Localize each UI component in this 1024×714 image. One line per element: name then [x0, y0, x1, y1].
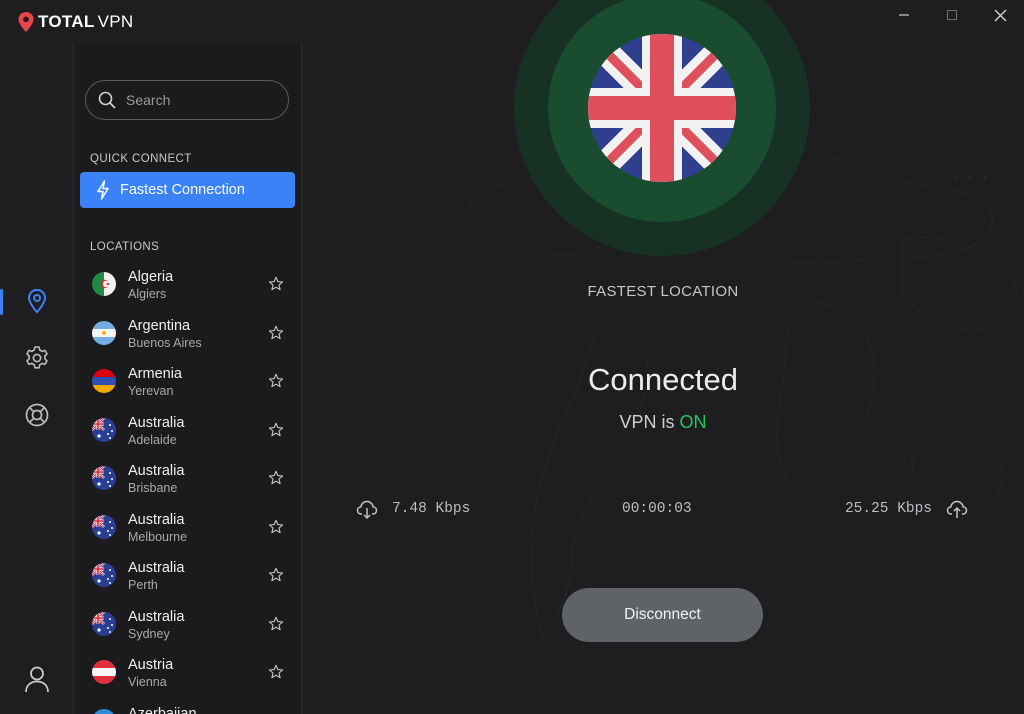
australia-flag-icon — [92, 417, 116, 442]
location-city: Perth — [128, 578, 158, 592]
nav-settings[interactable] — [0, 338, 74, 378]
upload-speed: 25.25 Kbps — [844, 501, 932, 517]
location-item[interactable]: Australia Brisbane — [74, 456, 302, 505]
azerbaijan-flag-icon — [92, 708, 116, 714]
nav-account[interactable] — [0, 659, 74, 699]
download-stat: 7.48 Kbps — [356, 498, 470, 520]
location-item[interactable]: Australia Sydney — [74, 602, 302, 651]
location-city: Yerevan — [128, 384, 174, 398]
location-country: Australia — [128, 511, 185, 528]
disconnect-button[interactable]: Disconnect — [562, 588, 763, 642]
locations-panel: QUICK CONNECT Fastest Connection LOCATIO… — [74, 44, 302, 714]
location-city: Adelaide — [128, 432, 177, 447]
vpn-state-line: VPN is ON — [302, 412, 1024, 433]
location-city: Buenos Aires — [128, 335, 202, 350]
connection-stats: 7.48 Kbps 00:00:03 25.25 Kbps — [302, 498, 1024, 524]
location-city: Algiers — [128, 287, 167, 301]
search-icon — [98, 91, 116, 109]
favorite-star-icon[interactable] — [268, 616, 284, 632]
location-pin-icon — [27, 288, 47, 314]
algeria-flag-icon — [92, 272, 116, 296]
location-item[interactable]: Azerbaijan — [74, 699, 302, 714]
location-country: Algeria — [128, 269, 174, 285]
cloud-upload-icon — [946, 500, 968, 518]
fastest-connection-button[interactable]: Fastest Connection — [80, 172, 295, 208]
user-icon — [25, 666, 49, 693]
location-item[interactable]: Argentina Buenos Aires — [74, 311, 302, 360]
quick-connect-heading: QUICK CONNECT — [90, 153, 192, 165]
favorite-star-icon[interactable] — [268, 373, 284, 389]
location-country: Argentina — [128, 317, 191, 334]
austria-flag-icon — [92, 660, 116, 684]
location-type-label: FASTEST LOCATION — [587, 283, 739, 300]
location-item[interactable]: Austria Vienna — [74, 650, 302, 699]
location-country: Armenia — [128, 366, 182, 382]
location-pin-logo-icon — [18, 12, 34, 32]
location-city: Melbourne — [128, 529, 188, 544]
location-country: Australia — [128, 463, 185, 479]
favorite-star-icon[interactable] — [268, 664, 284, 680]
download-speed: 7.48 Kbps — [392, 501, 471, 517]
connection-status: Connected — [588, 362, 738, 397]
nav-rail — [0, 44, 74, 714]
location-city: Sydney — [128, 626, 170, 641]
location-item[interactable]: Australia Perth — [74, 553, 302, 602]
vpn-state-value: ON — [679, 412, 707, 432]
brand-name: TOTAL VPN — [38, 12, 134, 31]
united-kingdom-flag-icon — [588, 34, 736, 182]
favorite-star-icon[interactable] — [268, 325, 284, 341]
nav-locations[interactable] — [0, 281, 74, 321]
favorite-star-icon[interactable] — [268, 470, 284, 486]
locations-heading: LOCATIONS — [90, 241, 160, 253]
australia-flag-icon — [92, 466, 116, 490]
favorite-star-icon[interactable] — [268, 567, 284, 583]
location-item[interactable]: Armenia Yerevan — [74, 359, 302, 408]
cloud-download-icon — [356, 500, 378, 520]
connection-view: FASTEST LOCATION Connected VPN is ON 7.4… — [302, 0, 1024, 714]
nav-support[interactable] — [0, 395, 74, 435]
search-input[interactable] — [126, 92, 266, 108]
search-box[interactable] — [85, 80, 289, 120]
location-country: Australia — [128, 560, 185, 576]
australia-flag-icon — [92, 514, 116, 539]
favorite-star-icon[interactable] — [268, 519, 284, 535]
lifebuoy-icon — [25, 403, 49, 427]
gear-icon — [26, 346, 48, 369]
location-country: Austria — [128, 657, 174, 673]
armenia-flag-icon — [92, 369, 116, 393]
lightning-icon — [97, 180, 109, 200]
location-item[interactable]: Algeria Algiers — [74, 262, 302, 311]
location-country: Australia — [128, 608, 185, 625]
vpn-is-label: VPN is — [619, 412, 675, 432]
argentina-flag-icon — [92, 320, 116, 345]
australia-flag-icon — [92, 611, 116, 636]
location-city: Brisbane — [128, 481, 178, 495]
location-city: Vienna — [128, 675, 167, 689]
location-country: Azerbaijan — [128, 705, 197, 714]
favorite-star-icon[interactable] — [268, 276, 284, 292]
connection-duration: 00:00:03 — [622, 501, 692, 517]
brand-logo: TOTAL VPN — [18, 12, 133, 32]
location-item[interactable]: Australia Melbourne — [74, 505, 302, 554]
location-country: Australia — [128, 414, 185, 431]
favorite-star-icon[interactable] — [268, 422, 284, 438]
location-item[interactable]: Australia Adelaide — [74, 408, 302, 457]
vpn-app-window: TOTAL VPN Search QUICK CONNECT Fastest C… — [0, 0, 1024, 714]
upload-stat: 25.25 Kbps — [845, 498, 968, 520]
locations-list: Algeria Algiers Argentina Buenos Aires A… — [74, 262, 302, 714]
australia-flag-icon — [92, 563, 116, 587]
fastest-connection-label: Fastest Connection — [120, 182, 245, 198]
